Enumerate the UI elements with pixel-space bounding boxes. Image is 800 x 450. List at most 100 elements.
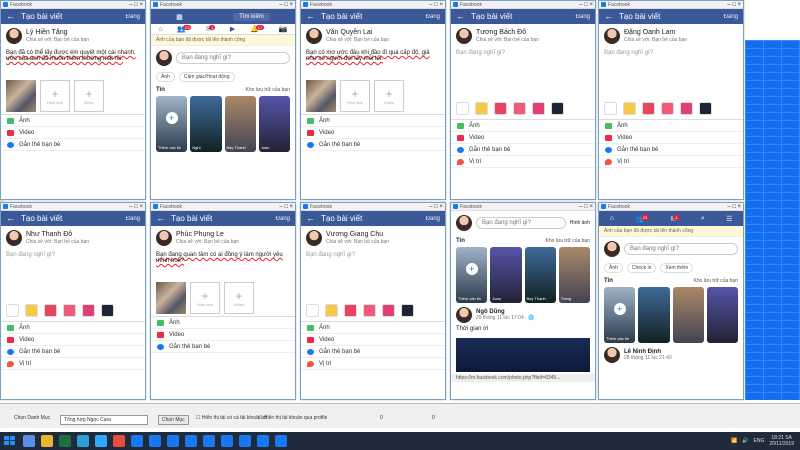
post-window-1[interactable]: Facebook – □ × ← Tạo bài viết Đăng Lý Hiền … [0, 0, 146, 200]
add-photo-button[interactable]: + Hình ảnh [190, 282, 220, 314]
swatch[interactable] [344, 304, 357, 317]
facebook-icon[interactable] [257, 435, 269, 447]
add-photo-button[interactable]: + Hình ảnh [340, 80, 370, 112]
swatch[interactable] [456, 102, 469, 115]
choose-button[interactable]: Chọn Mục [158, 415, 189, 425]
post-text[interactable]: Bạn đang nghĩ gì? [451, 48, 595, 98]
window-controls[interactable]: – □ × [579, 204, 593, 210]
add-photo-button[interactable]: + Hình ảnh [40, 80, 70, 112]
menu-icon[interactable]: ☰ [726, 215, 732, 223]
swatch[interactable] [306, 304, 319, 317]
back-arrow-icon[interactable]: ← [604, 12, 613, 21]
home-icon[interactable]: ⌂ [610, 215, 614, 222]
option-location[interactable]: Vị trí [599, 156, 743, 168]
back-arrow-icon[interactable]: ← [306, 214, 315, 223]
window-titlebar[interactable]: Facebook – □ × [151, 203, 295, 211]
privacy-chip[interactable]: Chia sẻ với: Bạn bè của bạn [326, 37, 389, 43]
swatch[interactable] [382, 304, 395, 317]
facebook-icon[interactable] [131, 435, 143, 447]
checkbox-1[interactable]: ☐ Hiển thị tài có cá tài khoản số [196, 415, 267, 421]
window-controls[interactable]: – □ × [279, 204, 293, 210]
archive-link[interactable]: Kho lưu trữ của bạn [694, 278, 739, 284]
privacy-chip[interactable]: Chia sẻ với: Bạn bè của bạn [476, 37, 539, 43]
option-location[interactable]: Vị trí [451, 156, 595, 168]
swatch[interactable] [661, 102, 674, 115]
category-dropdown[interactable]: Tổng hợp Ngọc Cara [60, 415, 148, 425]
post-window-4[interactable]: Facebook – □ × ← Tạo bài viết Đăng Đặng Oan… [598, 0, 744, 200]
swatch[interactable] [325, 304, 338, 317]
post-text[interactable]: Bạn đang nghĩ gì? [1, 250, 145, 300]
attached-photo[interactable] [306, 80, 336, 112]
story-card[interactable]: Trang [558, 247, 590, 303]
swatch[interactable] [44, 304, 57, 317]
option-tag[interactable]: Gắn thẻ bạn bè [301, 139, 445, 151]
facebook-icon[interactable] [167, 435, 179, 447]
facebook-icon[interactable] [221, 435, 233, 447]
window-controls[interactable]: – □ × [727, 2, 741, 8]
post-text[interactable]: Bạn đã có thể lấy được ém quyết một cái … [1, 48, 145, 78]
option-tag[interactable]: Gắn thẻ bạn bè [599, 144, 743, 156]
archive-link[interactable]: Kho lưu trữ của bạn [546, 238, 591, 244]
friends-icon[interactable]: 👥23 [177, 25, 192, 33]
privacy-chip[interactable]: Chia sẻ với: Bạn bè của bạn [326, 239, 389, 245]
window-titlebar[interactable]: Facebook – □ × [451, 203, 595, 211]
facebook-icon[interactable] [203, 435, 215, 447]
chip-more[interactable]: Xem thêm [660, 263, 694, 273]
facebook-icon[interactable] [149, 435, 161, 447]
swatch[interactable] [604, 102, 617, 115]
notifications-icon[interactable]: 🔔17 [250, 25, 265, 33]
post-window-7[interactable]: Facebook – □ × ← Tạo bài viết Đăng Vương Gi… [300, 202, 446, 400]
search-input[interactable]: Tìm kiếm [233, 12, 270, 21]
post-window-5[interactable]: Facebook – □ × ← Tạo bài viết Đăng Như Than… [0, 202, 146, 400]
option-tag[interactable]: Gắn thẻ bạn bè [301, 346, 445, 358]
story-card[interactable]: Nghị [190, 96, 222, 152]
swatch[interactable] [551, 102, 564, 115]
window-titlebar[interactable]: Facebook – □ × [1, 203, 145, 211]
option-video[interactable]: Video [301, 334, 445, 346]
feed-window-1[interactable]: Facebook– □ × ▦ Tìm kiếm ⌂ 👥23 ✉1 ▶ 🔔17 … [150, 0, 296, 200]
swatch[interactable] [494, 102, 507, 115]
post-button[interactable]: Đăng [276, 216, 290, 222]
story-card[interactable]: Bay Thanh [224, 96, 256, 152]
swatch[interactable] [63, 304, 76, 317]
post-window-3[interactable]: Facebook – □ × ← Tạo bài viết Đăng Tương Bá… [450, 0, 596, 200]
post-button[interactable]: Đăng [426, 216, 440, 222]
story-card[interactable]: Joan [258, 96, 290, 152]
post-text[interactable]: Bạn đang nghĩ gì? [599, 48, 743, 98]
story-card[interactable]: Joan [490, 247, 522, 303]
story-add[interactable]: + Thêm vào tin [456, 247, 488, 303]
archive-link[interactable]: Kho lưu trữ của bạn [246, 87, 291, 93]
post-text[interactable]: Bạn có mơ ước đâu khi đầu đi quá cấp độ,… [301, 48, 445, 78]
network-icon[interactable]: 📶 [731, 438, 737, 444]
option-photo[interactable]: Ảnh [301, 115, 445, 127]
option-photo[interactable]: Ảnh [1, 322, 145, 334]
post-window-6[interactable]: Facebook – □ × ← Tạo bài viết Đăng Phúc Phụ… [150, 202, 296, 400]
photo-icon[interactable]: Hình ảnh [570, 220, 590, 226]
privacy-chip[interactable]: Chia sẻ với: Bạn bè của bạn [26, 239, 89, 245]
option-location[interactable]: Vị trí [301, 358, 445, 370]
option-location[interactable]: Vị trí [1, 358, 145, 370]
story-add[interactable]: + Thêm vào tin [156, 96, 188, 152]
add-video-button[interactable]: + Video [224, 282, 254, 314]
window-controls[interactable]: – □ × [727, 204, 741, 210]
swatch[interactable] [363, 304, 376, 317]
option-video[interactable]: Video [1, 127, 145, 139]
back-arrow-icon[interactable]: ← [6, 214, 15, 223]
window-controls[interactable]: – □ × [279, 2, 293, 8]
window-controls[interactable]: – □ × [129, 204, 143, 210]
facebook-icon[interactable] [185, 435, 197, 447]
option-video[interactable]: Video [151, 329, 295, 341]
camera-icon[interactable]: 📷 [279, 25, 288, 33]
start-icon[interactable] [4, 436, 16, 446]
window-titlebar[interactable]: Facebook – □ × [599, 1, 743, 9]
option-video[interactable]: Video [451, 132, 595, 144]
post-button[interactable]: Đăng [576, 14, 590, 20]
friends-icon[interactable]: 👥23 [635, 214, 650, 223]
window-titlebar[interactable]: Facebook – □ × [451, 1, 595, 9]
story-card[interactable] [638, 287, 670, 343]
privacy-chip[interactable]: Chia sẻ với: Bạn bè của bạn [624, 37, 687, 43]
home-icon[interactable]: ⌂ [158, 26, 162, 33]
menu-icon[interactable]: ▦ [176, 13, 183, 21]
swatch[interactable] [623, 102, 636, 115]
swatch[interactable] [475, 102, 488, 115]
